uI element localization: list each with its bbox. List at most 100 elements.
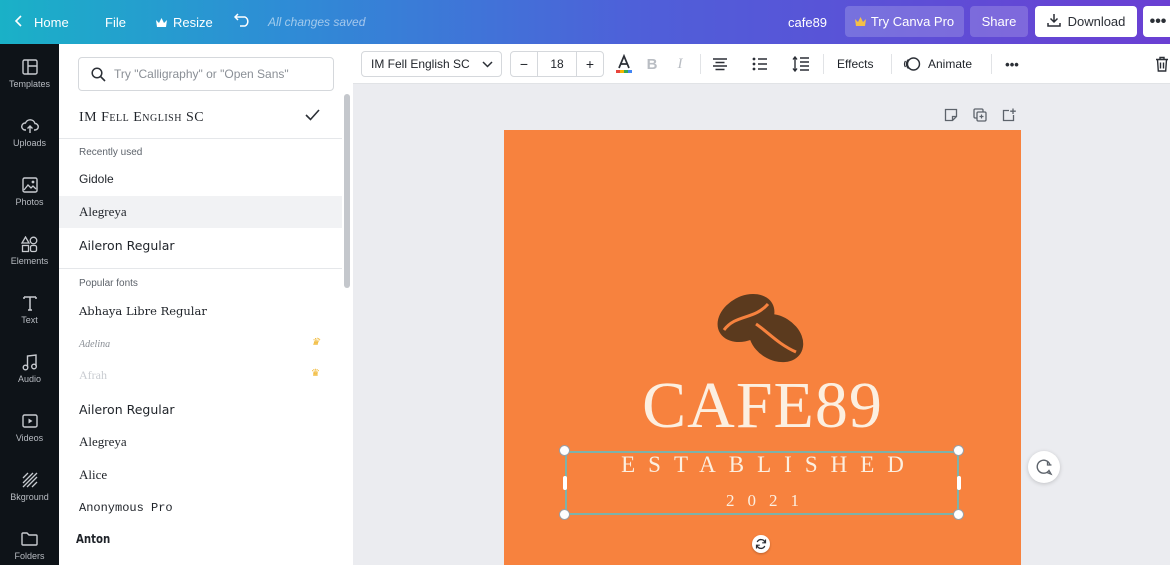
animate-label: Animate bbox=[928, 57, 973, 71]
font-item-label: Adelina bbox=[79, 338, 111, 350]
sidebar-item-text[interactable]: Text bbox=[0, 280, 59, 339]
font-search-input[interactable] bbox=[114, 67, 324, 81]
sidebar-item-elements[interactable]: Elements bbox=[0, 221, 59, 280]
sidebar-item-videos[interactable]: Videos bbox=[0, 398, 59, 457]
font-search-box[interactable] bbox=[78, 57, 334, 91]
decrease-font-size-button[interactable]: − bbox=[511, 52, 537, 76]
resize-handle-bottom-left[interactable] bbox=[559, 509, 570, 520]
font-item-anton[interactable]: Anton bbox=[59, 523, 300, 555]
resize-handle-bottom-right[interactable] bbox=[953, 509, 964, 520]
notes-icon[interactable] bbox=[943, 107, 959, 123]
increase-font-size-button[interactable]: + bbox=[577, 52, 603, 76]
resize-handle-right[interactable] bbox=[957, 476, 961, 490]
crown-icon: ♛ bbox=[311, 337, 320, 348]
sidebar-item-uploads[interactable]: Uploads bbox=[0, 103, 59, 162]
text-selection-box[interactable] bbox=[565, 451, 959, 515]
more-dots-icon: ••• bbox=[1149, 12, 1167, 30]
font-item-adelina[interactable]: Adelina ♛ bbox=[59, 328, 342, 360]
sidebar-item-label: Folders bbox=[14, 551, 45, 561]
divider bbox=[59, 268, 342, 269]
crown-icon bbox=[854, 14, 866, 29]
undo-button[interactable] bbox=[233, 0, 251, 44]
share-button[interactable]: Share bbox=[970, 6, 1028, 37]
crown-icon bbox=[156, 15, 167, 30]
sidebar-item-templates[interactable]: Templates bbox=[0, 44, 59, 103]
font-panel: IM Fell English SC Recently used Gidole … bbox=[59, 44, 353, 565]
sidebar-item-folders[interactable]: Folders bbox=[0, 516, 59, 565]
download-button[interactable]: Download bbox=[1035, 6, 1137, 37]
undo-icon bbox=[233, 12, 251, 32]
popular-fonts-heading: Popular fonts bbox=[79, 278, 138, 289]
toolbar-divider bbox=[991, 54, 992, 74]
resize-handle-left[interactable] bbox=[563, 476, 567, 490]
home-label: Home bbox=[34, 14, 69, 30]
font-item-afrah[interactable]: Afrah ♛ bbox=[59, 359, 342, 391]
chevron-left-icon bbox=[14, 14, 22, 30]
design-title-text[interactable]: CAFE89 bbox=[504, 368, 1021, 444]
more-toolbar-options-button[interactable]: ••• bbox=[1002, 54, 1022, 74]
chevron-down-icon bbox=[482, 57, 493, 74]
sidebar-item-audio[interactable]: Audio bbox=[0, 339, 59, 398]
font-item-label: Afrah bbox=[79, 367, 107, 382]
videos-icon bbox=[21, 412, 39, 430]
font-item-anonymous-pro[interactable]: Anonymous Pro bbox=[59, 492, 342, 524]
duplicate-page-icon[interactable] bbox=[972, 107, 988, 123]
font-item-aileron-regular[interactable]: Aileron Regular bbox=[59, 393, 342, 425]
save-status: All changes saved bbox=[268, 15, 366, 29]
try-canva-pro-button[interactable]: Try Canva Pro bbox=[845, 6, 964, 37]
try-pro-label: Try Canva Pro bbox=[870, 14, 955, 29]
home-button[interactable]: Home bbox=[14, 0, 69, 44]
font-item-abhaya-libre[interactable]: Abhaya Libre Regular bbox=[59, 295, 342, 327]
font-item-alegreya[interactable]: Alegreya bbox=[59, 426, 342, 458]
file-menu-button[interactable]: File bbox=[105, 0, 126, 44]
regenerate-button[interactable] bbox=[1028, 451, 1060, 483]
coffee-beans-icon bbox=[712, 288, 810, 373]
font-item-label: Abhaya Libre Regular bbox=[79, 304, 207, 318]
checkmark-icon bbox=[305, 109, 320, 126]
background-icon bbox=[21, 471, 39, 489]
font-item-label: Anton bbox=[76, 532, 111, 546]
templates-icon bbox=[21, 58, 39, 76]
crown-icon: ♛ bbox=[311, 368, 320, 379]
sidebar-item-label: Audio bbox=[17, 374, 42, 384]
elements-icon bbox=[21, 235, 39, 253]
toolbar-divider bbox=[700, 54, 701, 74]
more-options-button[interactable]: ••• bbox=[1143, 6, 1170, 37]
sidebar-item-background[interactable]: Bkground bbox=[0, 457, 59, 516]
font-family-dropdown[interactable]: IM Fell English SC bbox=[361, 51, 502, 77]
font-panel-scrollbar[interactable] bbox=[344, 94, 350, 288]
font-item-label: Alegreya bbox=[79, 204, 127, 219]
text-color-button[interactable] bbox=[614, 54, 634, 74]
sidebar-item-label: Bkground bbox=[10, 492, 49, 502]
document-name[interactable]: cafe89 bbox=[788, 0, 827, 44]
italic-button[interactable]: I bbox=[670, 54, 690, 74]
resize-handle-top-left[interactable] bbox=[559, 445, 570, 456]
resize-handle-top-right[interactable] bbox=[953, 445, 964, 456]
delete-button[interactable] bbox=[1152, 54, 1170, 74]
font-item-label: Alegreya bbox=[79, 434, 127, 449]
resize-button[interactable]: Resize bbox=[156, 0, 213, 44]
font-item-label: Aileron Regular bbox=[79, 401, 175, 417]
font-item-alegreya[interactable]: Alegreya bbox=[59, 196, 342, 228]
font-item-label: Gidole bbox=[79, 172, 114, 186]
effects-button[interactable]: Effects bbox=[837, 44, 873, 84]
text-align-button[interactable] bbox=[710, 54, 730, 74]
sidebar-item-label: Templates bbox=[8, 79, 51, 89]
font-item-label: Aileron Regular bbox=[79, 237, 175, 253]
font-item-gidole[interactable]: Gidole bbox=[59, 163, 342, 195]
photos-icon bbox=[21, 176, 39, 194]
list-button[interactable] bbox=[750, 54, 770, 74]
selected-font-item[interactable]: IM Fell English SC bbox=[59, 98, 342, 138]
font-item-aileron-regular[interactable]: Aileron Regular bbox=[59, 229, 342, 261]
bold-button[interactable]: B bbox=[642, 54, 662, 74]
spacing-button[interactable] bbox=[791, 54, 811, 74]
selected-font-name: IM Fell English SC bbox=[79, 110, 205, 125]
font-size-input[interactable]: 18 bbox=[537, 52, 577, 76]
sidebar-item-photos[interactable]: Photos bbox=[0, 162, 59, 221]
rotate-handle[interactable] bbox=[752, 535, 770, 553]
add-page-icon[interactable] bbox=[1001, 107, 1017, 123]
animate-button[interactable]: Animate bbox=[903, 44, 972, 84]
font-item-alice[interactable]: Alice bbox=[59, 459, 342, 491]
sidebar-item-label: Text bbox=[21, 315, 38, 325]
font-item-label: Anonymous Pro bbox=[79, 501, 173, 515]
